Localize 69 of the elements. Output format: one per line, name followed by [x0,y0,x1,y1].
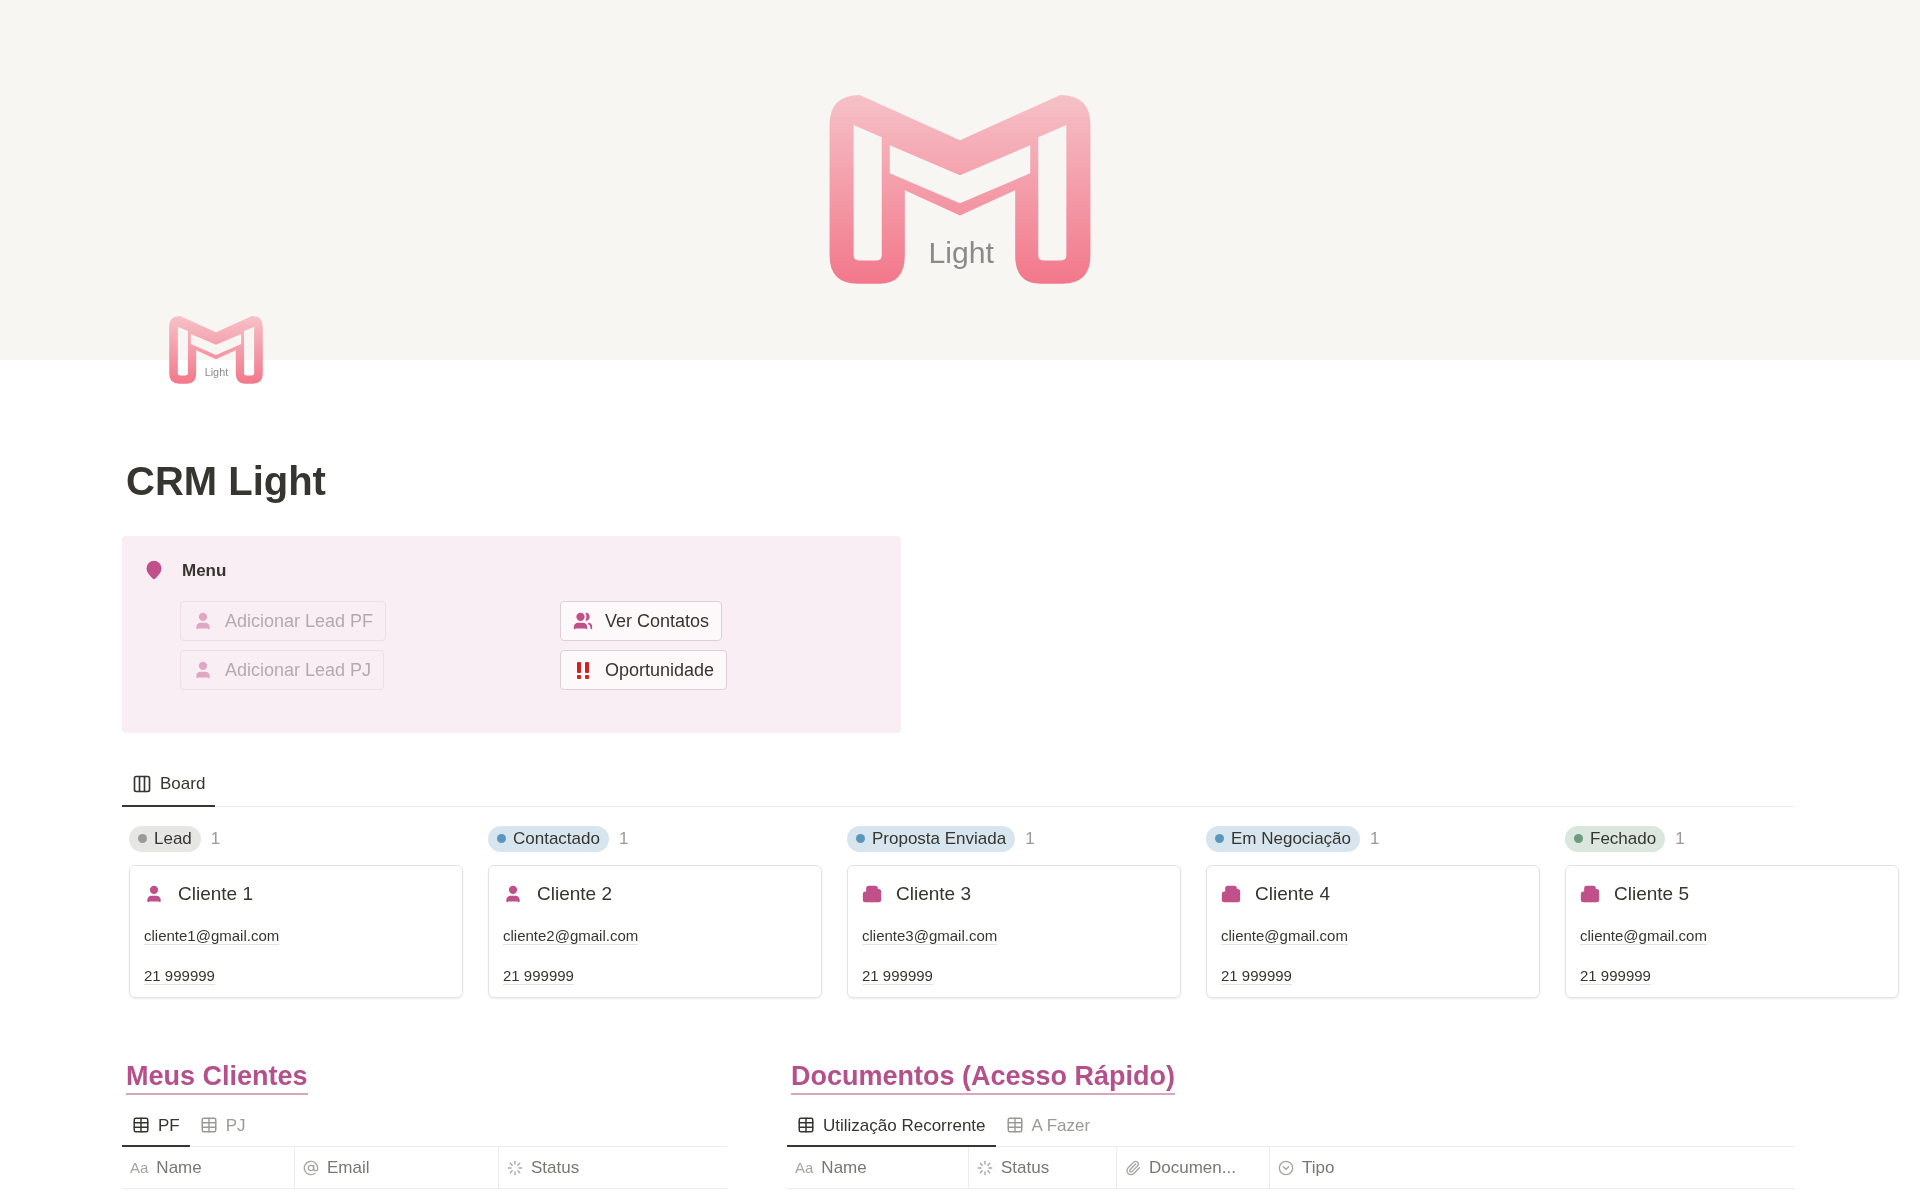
table-icon [132,1116,150,1135]
table-icon [199,1116,218,1135]
card-count: 1 [210,827,221,850]
client-card[interactable]: Cliente 4 cliente@gmail.com 21 999999 [1206,864,1540,998]
column-header: Tipo [1302,1157,1335,1180]
building-icon [862,883,882,904]
callout-title: Menu [182,559,227,582]
client-card[interactable]: Cliente 1 cliente1@gmail.com 21 999999 [129,864,463,998]
card-title: Cliente 5 [1614,881,1689,906]
card-count: 1 [1370,827,1380,850]
action-button[interactable]: Ver Contatos [560,601,723,642]
pin-icon [144,560,164,581]
card-title: Cliente 4 [1255,881,1330,906]
status-label: Proposta Enviada [872,827,1007,850]
card-phone: 21 999999 [503,967,574,986]
status-label: Lead [154,827,192,850]
column-header: Status [531,1157,580,1180]
client-card[interactable]: Cliente 3 cliente3@gmail.com 21 999999 [847,864,1181,998]
select-icon [1278,1159,1294,1176]
table-icon [1005,1116,1024,1135]
card-phone: 21 999999 [1221,967,1292,986]
card-phone: 21 999999 [144,967,215,986]
card-phone: 21 999999 [1580,967,1651,986]
card-title: Cliente 1 [178,881,253,906]
building-icon [1580,883,1600,904]
column-header: Name [821,1157,867,1180]
section-heading: Documentos (Acesso Rápido) [791,1059,1176,1096]
paperclip-icon [1125,1159,1141,1176]
logo-text: Light [204,367,229,379]
view-tab[interactable]: PF [122,1105,190,1148]
action-button[interactable]: Oportunidade [560,650,728,691]
at-icon [303,1159,319,1176]
view-tab[interactable]: Utilização Recorrente [787,1105,996,1148]
column-header: Name [156,1157,202,1180]
card-email: cliente@gmail.com [1580,927,1707,946]
status-icon [977,1159,993,1176]
card-email: cliente@gmail.com [1221,927,1348,946]
people-icon [573,611,593,632]
card-email: cliente1@gmail.com [144,927,280,946]
card-phone: 21 999999 [862,967,933,986]
card-email: cliente3@gmail.com [862,927,998,946]
card-count: 1 [618,827,629,850]
table-icon [797,1116,815,1135]
column-header: Documen... [1149,1157,1236,1180]
card-title: Cliente 3 [896,881,971,906]
column-header: Email [327,1157,370,1180]
client-card[interactable]: Cliente 2 cliente2@gmail.com 21 999999 [488,864,822,998]
card-email: cliente2@gmail.com [503,927,639,946]
page-title: CRM Light [126,457,327,505]
column-header: Status [1001,1157,1050,1180]
status-label: Em Negociação [1231,827,1351,850]
person-icon [144,883,164,904]
board-icon [132,773,152,794]
status-label: Fechado [1590,827,1657,850]
card-title: Cliente 2 [537,881,612,906]
person-icon [193,611,213,632]
title-property-icon: Aa [130,1156,149,1180]
status-label: Contactado [513,827,600,850]
card-count: 1 [1025,827,1035,850]
person-icon [503,883,523,904]
building-icon [1221,883,1241,904]
logo-text: Light [928,238,994,269]
status-icon [507,1159,523,1176]
card-count: 1 [1675,827,1685,850]
section-heading: Meus Clientes [126,1059,308,1096]
view-tab[interactable]: Board [122,762,216,807]
person-icon [193,660,213,681]
title-property-icon: Aa [795,1156,814,1180]
client-card[interactable]: Cliente 5 cliente@gmail.com 21 999999 [1565,864,1899,998]
